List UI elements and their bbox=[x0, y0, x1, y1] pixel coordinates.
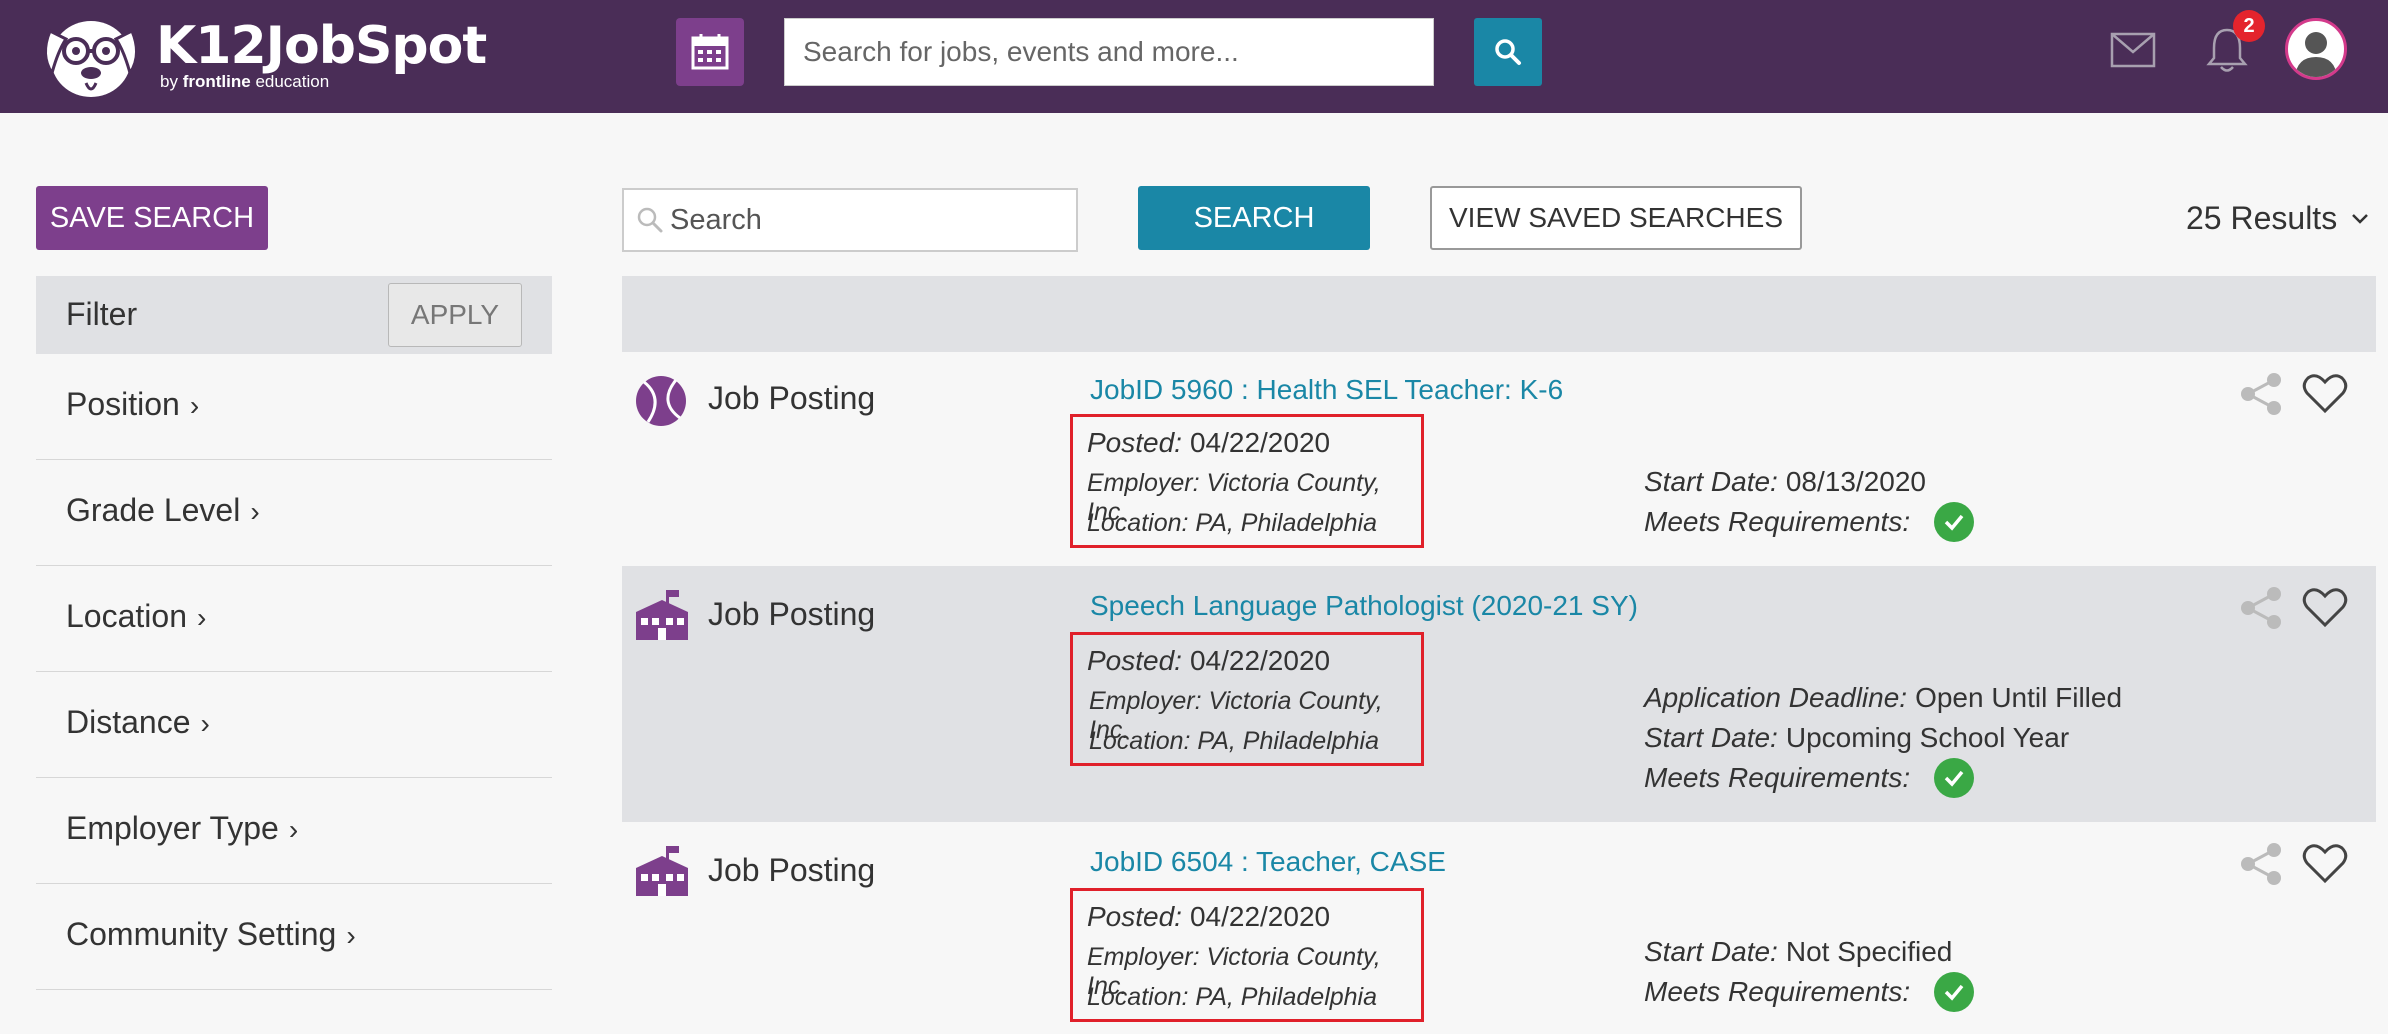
start-date: Start Date: Upcoming School Year bbox=[1644, 722, 2070, 753]
location-text: Location: PA, Philadelphia bbox=[1089, 727, 1380, 755]
checkmark-icon bbox=[1934, 972, 1975, 1012]
filter-label: Grade Level bbox=[66, 492, 241, 528]
view-saved-searches-button[interactable]: VIEW SAVED SEARCHES bbox=[1430, 186, 1802, 250]
chevron-right-icon: › bbox=[288, 814, 299, 845]
school-building-icon bbox=[636, 590, 688, 640]
search-icon bbox=[1495, 39, 1521, 65]
share-icon[interactable] bbox=[2240, 586, 2282, 630]
results-search-box[interactable] bbox=[622, 188, 1078, 252]
meets-requirements: Meets Requirements: bbox=[1644, 758, 2122, 798]
chevron-right-icon: › bbox=[196, 602, 207, 633]
posted-date: Posted: 04/22/2020 bbox=[1087, 645, 1331, 676]
filter-label: Location bbox=[66, 598, 187, 634]
global-search-button[interactable] bbox=[1474, 18, 1542, 86]
chevron-right-icon: › bbox=[346, 920, 356, 951]
top-navbar: K12JobSpot by frontline education Search… bbox=[0, 0, 2388, 113]
chevron-down-icon bbox=[2352, 213, 2369, 224]
posting-summary-box: Posted: 04/22/2020 Employer: Victoria Cou… bbox=[1070, 888, 1424, 1022]
posting-details: Start Date: Not Specified Meets Requireme… bbox=[1644, 932, 1975, 1012]
k12jobspot-logo[interactable]: K12JobSpot by frontline education bbox=[36, 10, 487, 102]
chevron-right-icon: › bbox=[250, 496, 260, 527]
global-search-input[interactable] bbox=[784, 18, 1434, 86]
results-count: 25 Results bbox=[2186, 200, 2338, 236]
notification-badge: 2 bbox=[2233, 10, 2265, 42]
filter-label: Distance bbox=[66, 704, 191, 740]
checkmark-icon bbox=[1934, 758, 1975, 798]
heart-icon[interactable] bbox=[2302, 372, 2348, 414]
filter-title: Filter bbox=[66, 296, 138, 332]
posting-title-link[interactable]: Speech Language Pathologist (2020-21 SY) bbox=[1090, 590, 1638, 622]
dog-logo-icon bbox=[44, 21, 138, 97]
posting-type: Job Posting bbox=[708, 852, 876, 888]
start-date: Start Date: 08/13/2020 bbox=[1644, 466, 1926, 497]
location-text: Location: PA, Philadelphia bbox=[1087, 509, 1378, 537]
posting-title-link[interactable]: JobID 5960 : Health SEL Teacher: K-6 bbox=[1090, 374, 1563, 406]
checkmark-icon bbox=[1934, 502, 1975, 542]
filter-label: Position bbox=[66, 386, 180, 422]
application-deadline: Application Deadline: Open Until Filled bbox=[1644, 682, 2123, 713]
logo-text: K12JobSpot by frontline education bbox=[156, 16, 487, 92]
posting-details: Application Deadline: Open Until Filled S… bbox=[1644, 678, 2122, 798]
posting-summary-box: Posted: 04/22/2020 Employer: Victoria Cou… bbox=[1070, 632, 1424, 766]
posting-type: Job Posting bbox=[708, 596, 876, 632]
job-posting-row[interactable]: Job Posting Speech Language Pathologist … bbox=[622, 566, 2376, 822]
posting-type: Job Posting bbox=[708, 380, 876, 416]
posting-title-link[interactable]: JobID 6504 : Teacher, CASE bbox=[1090, 846, 1446, 878]
chevron-right-icon: › bbox=[200, 708, 210, 739]
filter-header: Filter APPLY bbox=[36, 276, 552, 354]
results-search-input[interactable] bbox=[670, 203, 1050, 237]
results-count-dropdown[interactable]: 25 Results bbox=[2186, 200, 2369, 237]
results-header-bar bbox=[622, 276, 2376, 352]
search-button[interactable]: SEARCH bbox=[1138, 186, 1370, 250]
posting-details: Start Date: 08/13/2020 Meets Requirements… bbox=[1644, 462, 1975, 542]
filter-label: Community Setting bbox=[66, 916, 337, 952]
save-search-button[interactable]: SAVE SEARCH bbox=[36, 186, 268, 250]
school-building-icon bbox=[636, 846, 688, 896]
filter-item-community-setting[interactable]: Community Setting › bbox=[36, 884, 552, 990]
mail-icon[interactable] bbox=[2110, 32, 2156, 68]
search-icon bbox=[637, 207, 663, 233]
tennis-ball-icon bbox=[636, 376, 686, 426]
filter-label: Employer Type bbox=[66, 810, 279, 846]
chevron-right-icon: › bbox=[189, 390, 200, 421]
heart-icon[interactable] bbox=[2302, 586, 2348, 628]
filter-item-employer-type[interactable]: Employer Type › bbox=[36, 778, 552, 884]
location-text: Location: PA, Philadelphia bbox=[1087, 983, 1378, 1011]
share-icon[interactable] bbox=[2240, 372, 2282, 416]
start-date: Start Date: Not Specified bbox=[1644, 936, 1953, 967]
filter-item-distance[interactable]: Distance › bbox=[36, 672, 552, 778]
filter-item-location[interactable]: Location › bbox=[36, 566, 552, 672]
job-posting-row[interactable]: Job Posting JobID 6504 : Teacher, CASE P… bbox=[622, 822, 2376, 1034]
user-avatar[interactable] bbox=[2285, 18, 2347, 80]
filter-item-position[interactable]: Position › bbox=[36, 354, 552, 460]
calendar-icon bbox=[691, 34, 729, 70]
calendar-button[interactable] bbox=[676, 18, 744, 86]
meets-requirements: Meets Requirements: bbox=[1644, 502, 1975, 542]
heart-icon[interactable] bbox=[2302, 842, 2348, 884]
brand-name: K12JobSpot bbox=[156, 16, 487, 76]
filter-item-grade-level[interactable]: Grade Level › bbox=[36, 460, 552, 566]
share-icon[interactable] bbox=[2240, 842, 2282, 886]
posted-date: Posted: 04/22/2020 bbox=[1087, 901, 1331, 932]
posting-summary-box: Posted: 04/22/2020 Employer: Victoria Cou… bbox=[1070, 414, 1424, 548]
job-posting-row[interactable]: Job Posting JobID 5960 : Health SEL Teac… bbox=[622, 352, 2376, 566]
meets-requirements: Meets Requirements: bbox=[1644, 972, 1975, 1012]
apply-filter-button[interactable]: APPLY bbox=[388, 283, 522, 347]
user-silhouette-icon bbox=[2295, 32, 2337, 77]
posted-date: Posted: 04/22/2020 bbox=[1087, 427, 1331, 458]
